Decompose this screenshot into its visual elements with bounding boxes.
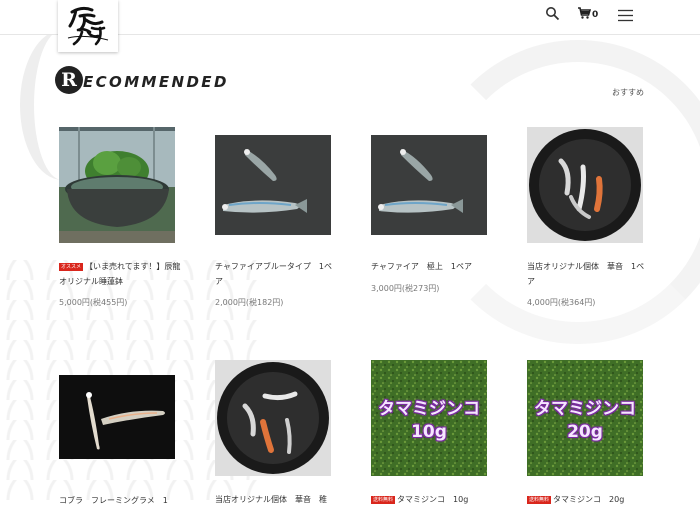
product-image[interactable] <box>59 127 175 243</box>
product-image[interactable]: タマミジンコ 20g <box>527 360 643 476</box>
product-price: 2,000円(税182円) <box>215 298 284 307</box>
cart-icon[interactable] <box>577 6 591 20</box>
title-initial: R <box>55 66 83 94</box>
product-image[interactable] <box>215 360 331 476</box>
product-name[interactable]: チャファイア 極上 1ペア <box>371 259 493 274</box>
product-name[interactable]: オススメ 【いま売れてます！】辰龍オリジナル睡蓮鉢 <box>59 259 181 289</box>
product-image[interactable] <box>527 127 643 243</box>
product-price: 3,000円(税273円) <box>371 284 440 293</box>
product-image[interactable] <box>215 135 331 235</box>
image-caption: 10g <box>411 422 447 442</box>
product-price: 4,000円(税364円) <box>527 298 596 307</box>
product-image[interactable]: タマミジンコ 10g <box>371 360 487 476</box>
section-subtitle: おすすめ <box>612 88 644 97</box>
image-caption: タマミジンコ <box>534 399 636 419</box>
product-image[interactable] <box>59 375 175 459</box>
logo-calligraphy <box>67 6 109 46</box>
product-name[interactable]: チャファイアブルータイプ 1ペア <box>215 259 337 289</box>
hamburger-menu-icon[interactable] <box>617 9 634 22</box>
product-price: 5,000円(税455円) <box>59 298 128 307</box>
product-name[interactable]: 当店オリジナル個体 華音 1ペア <box>527 259 649 289</box>
product-image[interactable] <box>371 135 487 235</box>
recommend-badge: オススメ <box>59 263 84 271</box>
image-caption: 20g <box>567 422 603 442</box>
site-logo[interactable] <box>58 0 118 52</box>
free-shipping-badge: 送料無料 <box>371 496 396 504</box>
product-name[interactable]: コブラ フレーミングラメ 1 <box>59 493 181 508</box>
free-shipping-badge: 送料無料 <box>527 496 552 504</box>
image-caption: タマミジンコ <box>378 399 480 419</box>
search-icon[interactable] <box>545 6 561 22</box>
title-text: ECOMMENDED <box>83 73 229 91</box>
cart-count: 0 <box>592 10 599 20</box>
